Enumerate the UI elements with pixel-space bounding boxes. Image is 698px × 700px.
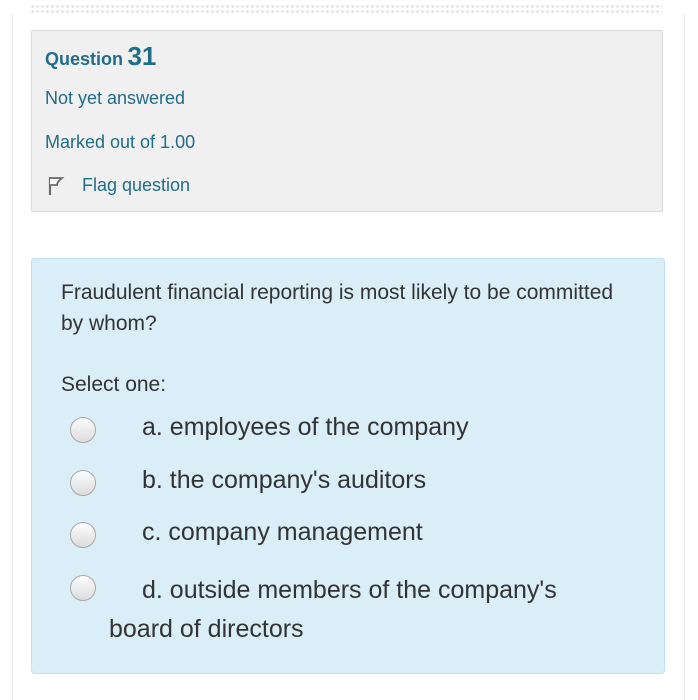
page-border-left bbox=[12, 14, 13, 700]
answer-option-label-b[interactable]: b. the company's auditors bbox=[142, 466, 426, 495]
question-content-panel: Fraudulent financial reporting is most l… bbox=[31, 258, 665, 674]
question-info-panel: Question 31 Not yet answered Marked out … bbox=[31, 30, 663, 212]
question-text: Fraudulent financial reporting is most l… bbox=[61, 281, 614, 335]
question-title: Question 31 bbox=[45, 41, 156, 72]
question-state: Not yet answered bbox=[45, 88, 186, 108]
quiz-page: Question 31 Not yet answered Marked out … bbox=[0, 0, 698, 700]
radio-button-d[interactable] bbox=[70, 575, 96, 601]
answer-option-label-a[interactable]: a. employees of the company bbox=[142, 413, 469, 442]
answer-prompt: Select one: bbox=[61, 373, 167, 396]
flag-question-link[interactable]: Flag question bbox=[47, 175, 190, 196]
radio-button-b[interactable] bbox=[70, 470, 96, 496]
radio-button-c[interactable] bbox=[70, 522, 96, 548]
flag-question-label: Flag question bbox=[82, 175, 191, 195]
question-title-prefix: Question bbox=[45, 49, 124, 69]
answer-option-label-c[interactable]: c. company management bbox=[142, 518, 423, 547]
question-grade: Marked out of 1.00 bbox=[45, 132, 196, 152]
answer-option-label-d[interactable]: d. outside members of the company's boar… bbox=[109, 571, 557, 649]
answer-option-label-d-line2: board of directors bbox=[109, 615, 304, 643]
page-border-right bbox=[684, 14, 685, 700]
radio-button-a[interactable] bbox=[70, 417, 96, 443]
dotted-divider bbox=[30, 4, 662, 14]
flag-icon bbox=[47, 176, 65, 196]
question-number: 31 bbox=[127, 41, 157, 71]
answer-option-label-d-line1: d. outside members of the company's bbox=[142, 576, 557, 604]
